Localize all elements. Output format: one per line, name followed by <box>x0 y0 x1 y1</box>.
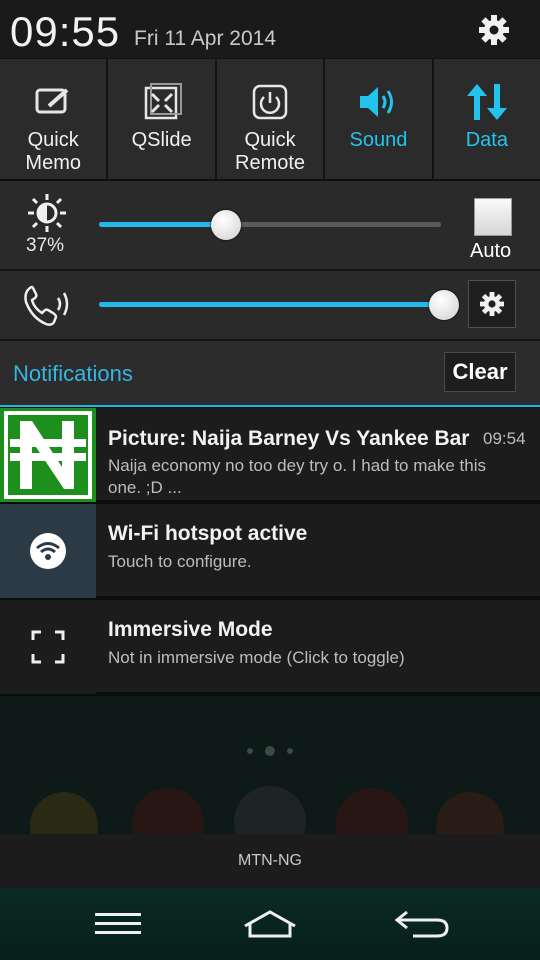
page-indicator <box>244 744 304 756</box>
settings-gear-icon[interactable] <box>474 10 514 50</box>
toggle-data[interactable]: Data <box>433 59 540 179</box>
toggle-sound[interactable]: Sound <box>325 59 434 179</box>
notification-text: Not in immersive mode (Click to toggle) <box>108 648 405 667</box>
auto-brightness-checkbox[interactable] <box>474 198 512 236</box>
qslide-icon <box>138 79 186 125</box>
brightness-sun-icon <box>26 192 68 234</box>
back-icon <box>394 910 449 938</box>
gear-icon <box>480 292 504 316</box>
carrier-label: MTN-NG <box>238 852 302 869</box>
notification-title: Immersive Mode <box>108 618 273 641</box>
fullscreen-icon <box>0 600 96 694</box>
notification-time: 09:54 <box>483 429 526 448</box>
menu-button[interactable] <box>78 894 158 954</box>
brightness-slider-thumb[interactable] <box>210 210 241 240</box>
toggle-label: QSlide <box>131 129 192 151</box>
homescreen-background <box>0 696 540 834</box>
notification-text: Touch to configure. <box>108 552 252 571</box>
back-button[interactable] <box>382 894 462 954</box>
volume-settings-button[interactable] <box>468 280 516 328</box>
quickremote-icon <box>246 79 294 125</box>
toggle-quick-remote[interactable]: Quick Remote <box>216 59 326 179</box>
data-arrows-icon <box>463 79 511 125</box>
volume-slider-thumb[interactable] <box>428 290 459 320</box>
menu-icon <box>95 913 141 934</box>
clear-button[interactable]: Clear <box>444 352 516 392</box>
naira-icon <box>0 408 96 502</box>
home-icon <box>244 910 296 938</box>
toggle-qslide[interactable]: QSlide <box>108 59 217 179</box>
notification-text: Naija economy no too dey try o. I had to… <box>108 456 486 497</box>
phone-ringer-icon <box>22 284 76 328</box>
wifi-icon <box>0 504 96 598</box>
quick-settings-row: Quick Memo QSlide Quick Remote Sound Dat… <box>0 58 540 180</box>
brightness-percent: 37% <box>26 235 65 256</box>
volume-slider-fill <box>99 302 444 307</box>
toggle-label: Quick Memo <box>25 129 81 174</box>
toggle-label: Quick Remote <box>235 129 306 174</box>
toggle-label: Sound <box>349 129 408 151</box>
notification-title: Picture: Naija Barney Vs Yankee Bar <box>108 427 470 450</box>
clock: 09:55 <box>10 8 121 55</box>
toggle-quick-memo[interactable]: Quick Memo <box>0 59 109 179</box>
quickmemo-icon <box>29 79 77 125</box>
notifications-title: Notifications <box>13 361 133 386</box>
date-label: Fri 11 Apr 2014 <box>134 27 277 50</box>
notification-title: Wi-Fi hotspot active <box>108 522 308 545</box>
toggle-label: Data <box>465 129 508 151</box>
auto-brightness-label: Auto <box>470 240 512 262</box>
speaker-icon <box>354 79 402 125</box>
home-button[interactable] <box>230 894 310 954</box>
brightness-slider-fill <box>99 222 226 227</box>
